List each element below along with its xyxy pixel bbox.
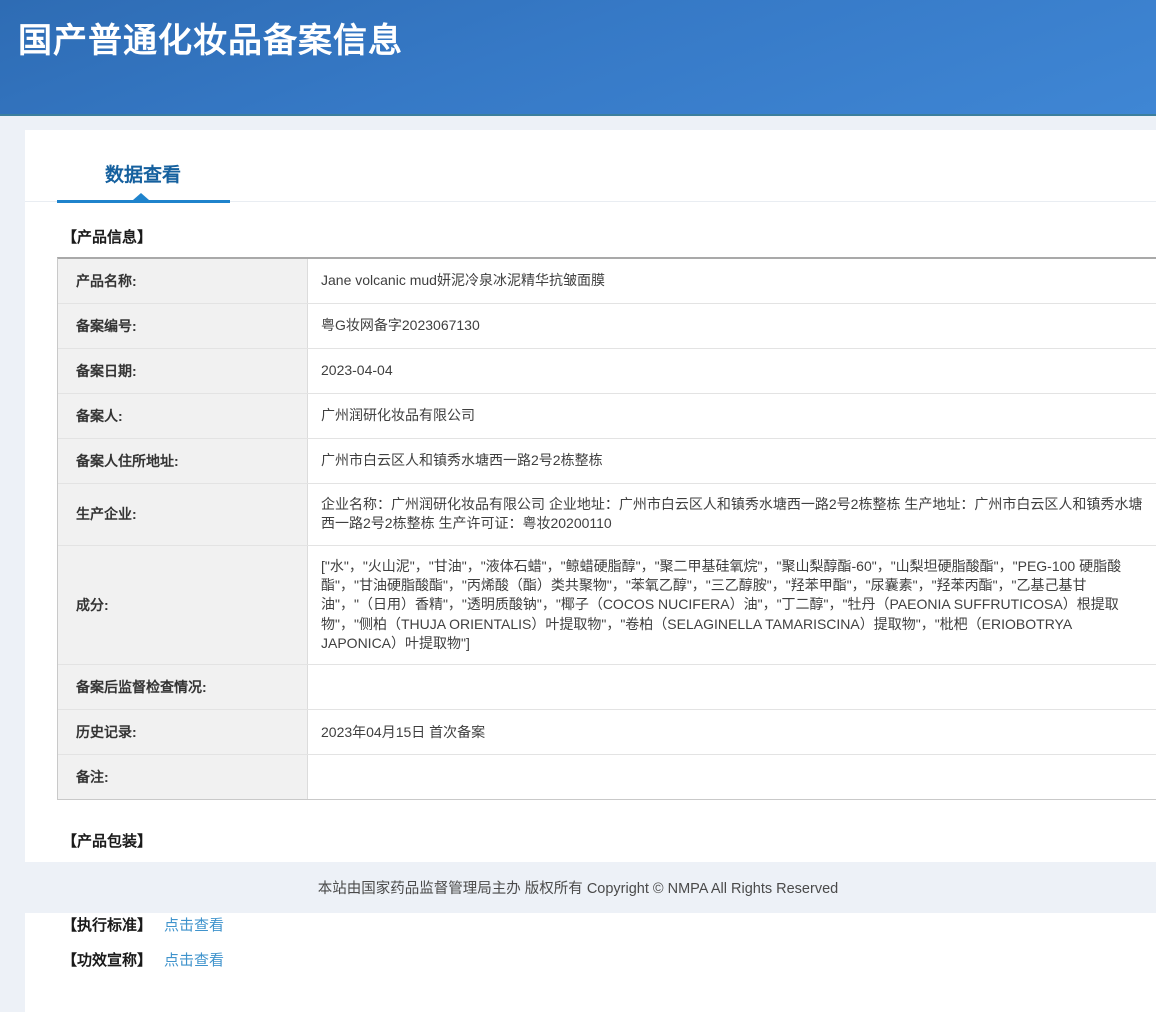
product-info-table: 产品名称: Jane volcanic mud妍泥冷泉冰泥精华抗皱面膜 备案编号… bbox=[57, 257, 1156, 800]
section-title-product-packaging: 【产品包装】 bbox=[62, 830, 1156, 851]
row-label: 备案日期: bbox=[58, 349, 308, 393]
row-label: 备注: bbox=[58, 755, 308, 799]
row-label: 成分: bbox=[58, 546, 308, 665]
footer-copyright-text: 本站由国家药品监督管理局主办 版权所有 Copyright © NMPA All… bbox=[318, 877, 838, 898]
row-value: Jane volcanic mud妍泥冷泉冰泥精华抗皱面膜 bbox=[308, 259, 1156, 303]
row-value: 广州润研化妆品有限公司 bbox=[308, 394, 1156, 438]
efficacy-claim-row: 【功效宣称】 点击查看 bbox=[62, 949, 1156, 970]
tab-active-underline bbox=[57, 200, 230, 203]
row-value: 广州市白云区人和镇秀水塘西一路2号2栋整栋 bbox=[308, 439, 1156, 483]
header-banner: 国产普通化妆品备案信息 bbox=[0, 0, 1156, 116]
row-value: ["水"，"火山泥"，"甘油"，"液体石蜡"，"鲸蜡硬脂醇"，"聚二甲基硅氧烷"… bbox=[308, 546, 1156, 665]
section-title-execution-standard: 【执行标准】 bbox=[62, 914, 152, 935]
row-value: 企业名称：广州润研化妆品有限公司 企业地址：广州市白云区人和镇秀水塘西一路2号2… bbox=[308, 484, 1156, 545]
tab-bar: 数据查看 bbox=[25, 130, 1156, 202]
execution-standard-link[interactable]: 点击查看 bbox=[164, 914, 224, 935]
row-label: 备案编号: bbox=[58, 304, 308, 348]
row-label: 备案人住所地址: bbox=[58, 439, 308, 483]
row-value bbox=[308, 665, 1156, 709]
table-row: 生产企业: 企业名称：广州润研化妆品有限公司 企业地址：广州市白云区人和镇秀水塘… bbox=[58, 484, 1156, 546]
row-label: 生产企业: bbox=[58, 484, 308, 545]
table-row: 成分: ["水"，"火山泥"，"甘油"，"液体石蜡"，"鲸蜡硬脂醇"，"聚二甲基… bbox=[58, 546, 1156, 666]
table-row: 产品名称: Jane volcanic mud妍泥冷泉冰泥精华抗皱面膜 bbox=[58, 259, 1156, 304]
efficacy-claim-link[interactable]: 点击查看 bbox=[164, 949, 224, 970]
row-value bbox=[308, 755, 1156, 799]
table-row: 备案人住所地址: 广州市白云区人和镇秀水塘西一路2号2栋整栋 bbox=[58, 439, 1156, 484]
table-row: 备案编号: 粤G妆网备字2023067130 bbox=[58, 304, 1156, 349]
section-title-efficacy-claim: 【功效宣称】 bbox=[62, 949, 152, 970]
table-row: 备案人: 广州润研化妆品有限公司 bbox=[58, 394, 1156, 439]
tab-active-triangle-icon bbox=[133, 193, 149, 200]
table-row: 备案日期: 2023-04-04 bbox=[58, 349, 1156, 394]
section-title-product-info: 【产品信息】 bbox=[62, 226, 1156, 247]
row-label: 备案后监督检查情况: bbox=[58, 665, 308, 709]
table-row: 备案后监督检查情况: bbox=[58, 665, 1156, 710]
tab-data-view[interactable]: 数据查看 bbox=[105, 160, 181, 187]
page-footer: 本站由国家药品监督管理局主办 版权所有 Copyright © NMPA All… bbox=[0, 862, 1156, 913]
row-label: 备案人: bbox=[58, 394, 308, 438]
row-label: 历史记录: bbox=[58, 710, 308, 754]
table-row: 历史记录: 2023年04月15日 首次备案 bbox=[58, 710, 1156, 755]
row-value: 2023-04-04 bbox=[308, 349, 1156, 393]
table-row: 备注: bbox=[58, 755, 1156, 799]
row-value: 2023年04月15日 首次备案 bbox=[308, 710, 1156, 754]
page-title: 国产普通化妆品备案信息 bbox=[18, 13, 1156, 62]
row-value: 粤G妆网备字2023067130 bbox=[308, 304, 1156, 348]
execution-standard-row: 【执行标准】 点击查看 bbox=[62, 914, 1156, 935]
row-label: 产品名称: bbox=[58, 259, 308, 303]
